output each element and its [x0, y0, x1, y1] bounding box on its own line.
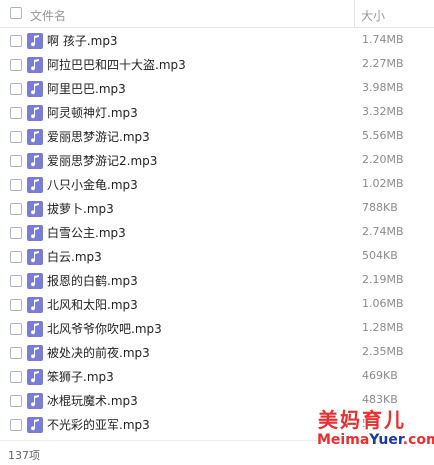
- music-note-icon: [27, 225, 43, 241]
- file-size: 1.06MB: [362, 297, 404, 310]
- music-note-icon: [27, 105, 43, 121]
- watermark-logo: 美妈育儿: [318, 408, 406, 432]
- file-list: 啊 孩子.mp3 1.74MB 阿拉巴巴和四十大盗.mp3 2.27MB 阿里巴巴.mp…: [0, 29, 434, 437]
- row-checkbox[interactable]: [10, 371, 22, 383]
- file-size: 1.28MB: [362, 321, 404, 334]
- file-name[interactable]: 拔萝卜.mp3: [47, 200, 114, 217]
- file-row[interactable]: 北风爷爷你吹吧.mp3 1.28MB: [0, 317, 434, 341]
- row-checkbox[interactable]: [10, 323, 22, 335]
- row-checkbox[interactable]: [10, 203, 22, 215]
- file-name[interactable]: 八只小金龟.mp3: [47, 176, 138, 193]
- row-checkbox[interactable]: [10, 83, 22, 95]
- file-name[interactable]: 白雪公主.mp3: [47, 224, 126, 241]
- file-row[interactable]: 北风和太阳.mp3 1.06MB: [0, 293, 434, 317]
- file-name[interactable]: 笨狮子.mp3: [47, 368, 114, 385]
- file-row[interactable]: 白雪公主.mp3 2.74MB: [0, 221, 434, 245]
- file-row[interactable]: 报恩的白鹤.mp3 2.19MB: [0, 269, 434, 293]
- file-row[interactable]: 阿灵顿神灯.mp3 3.32MB: [0, 101, 434, 125]
- file-name[interactable]: 爱丽思梦游记.mp3: [47, 128, 150, 145]
- file-size: 2.35MB: [362, 345, 404, 358]
- file-size: 504KB: [362, 249, 398, 262]
- row-checkbox[interactable]: [10, 395, 22, 407]
- file-name[interactable]: 阿灵顿神灯.mp3: [47, 104, 138, 121]
- column-divider[interactable]: [354, 0, 355, 28]
- music-note-icon: [27, 249, 43, 265]
- watermark-url-part: Meima: [317, 432, 370, 448]
- file-name[interactable]: 北风爷爷你吹吧.mp3: [47, 320, 162, 337]
- file-size: 788KB: [362, 201, 398, 214]
- watermark-url-part: .com: [402, 432, 434, 448]
- file-row[interactable]: 啊 孩子.mp3 1.74MB: [0, 29, 434, 53]
- file-row[interactable]: 爱丽思梦游记.mp3 5.56MB: [0, 125, 434, 149]
- row-checkbox[interactable]: [10, 179, 22, 191]
- file-name[interactable]: 被处决的前夜.mp3: [47, 344, 150, 361]
- music-note-icon: [27, 201, 43, 217]
- row-checkbox[interactable]: [10, 59, 22, 71]
- file-size: 2.19MB: [362, 273, 404, 286]
- music-note-icon: [27, 273, 43, 289]
- file-row[interactable]: 爱丽思梦游记2.mp3 2.20MB: [0, 149, 434, 173]
- file-name[interactable]: 白云.mp3: [47, 248, 102, 265]
- file-size: 2.74MB: [362, 225, 404, 238]
- watermark-url: MeimaYuer.com: [317, 432, 434, 448]
- file-size: 1.74MB: [362, 33, 404, 46]
- row-checkbox[interactable]: [10, 299, 22, 311]
- row-checkbox[interactable]: [10, 251, 22, 263]
- file-row[interactable]: 被处决的前夜.mp3 2.35MB: [0, 341, 434, 365]
- file-list-header: 文件名 大小: [0, 0, 434, 28]
- music-note-icon: [27, 57, 43, 73]
- music-note-icon: [27, 33, 43, 49]
- file-row[interactable]: 拔萝卜.mp3 788KB: [0, 197, 434, 221]
- file-row[interactable]: 阿拉巴巴和四十大盗.mp3 2.27MB: [0, 53, 434, 77]
- file-size: 3.98MB: [362, 81, 404, 94]
- row-checkbox[interactable]: [10, 227, 22, 239]
- row-checkbox[interactable]: [10, 155, 22, 167]
- file-name[interactable]: 阿里巴巴.mp3: [47, 80, 126, 97]
- column-header-name[interactable]: 文件名: [30, 7, 66, 24]
- file-name[interactable]: 爱丽思梦游记2.mp3: [47, 152, 157, 169]
- file-size: 469KB: [362, 369, 398, 382]
- music-note-icon: [27, 81, 43, 97]
- music-note-icon: [27, 345, 43, 361]
- music-note-icon: [27, 153, 43, 169]
- file-name[interactable]: 不光彩的亚军.mp3: [47, 416, 150, 433]
- file-size: 2.20MB: [362, 153, 404, 166]
- column-header-size[interactable]: 大小: [361, 7, 385, 24]
- file-row[interactable]: 白云.mp3 504KB: [0, 245, 434, 269]
- row-checkbox[interactable]: [10, 419, 22, 431]
- music-note-icon: [27, 417, 43, 433]
- music-note-icon: [27, 393, 43, 409]
- music-note-icon: [27, 177, 43, 193]
- row-checkbox[interactable]: [10, 347, 22, 359]
- row-checkbox[interactable]: [10, 131, 22, 143]
- file-row[interactable]: 笨狮子.mp3 469KB: [0, 365, 434, 389]
- file-name[interactable]: 阿拉巴巴和四十大盗.mp3: [47, 56, 186, 73]
- music-note-icon: [27, 321, 43, 337]
- file-size: 1.02MB: [362, 177, 404, 190]
- file-name[interactable]: 北风和太阳.mp3: [47, 296, 138, 313]
- file-row[interactable]: 八只小金龟.mp3 1.02MB: [0, 173, 434, 197]
- file-size: 3.32MB: [362, 105, 404, 118]
- file-row[interactable]: 阿里巴巴.mp3 3.98MB: [0, 77, 434, 101]
- row-checkbox[interactable]: [10, 275, 22, 287]
- music-note-icon: [27, 129, 43, 145]
- file-size: 5.56MB: [362, 129, 404, 142]
- file-name[interactable]: 冰棍玩魔术.mp3: [47, 392, 138, 409]
- row-checkbox[interactable]: [10, 35, 22, 47]
- file-name[interactable]: 啊 孩子.mp3: [47, 32, 118, 49]
- watermark-url-part: Yuer: [369, 432, 403, 448]
- music-note-icon: [27, 369, 43, 385]
- file-size: 2.27MB: [362, 57, 404, 70]
- file-name[interactable]: 报恩的白鹤.mp3: [47, 272, 138, 289]
- row-checkbox[interactable]: [10, 107, 22, 119]
- select-all-checkbox[interactable]: [10, 7, 22, 19]
- item-count: 137项: [8, 449, 40, 462]
- music-note-icon: [27, 297, 43, 313]
